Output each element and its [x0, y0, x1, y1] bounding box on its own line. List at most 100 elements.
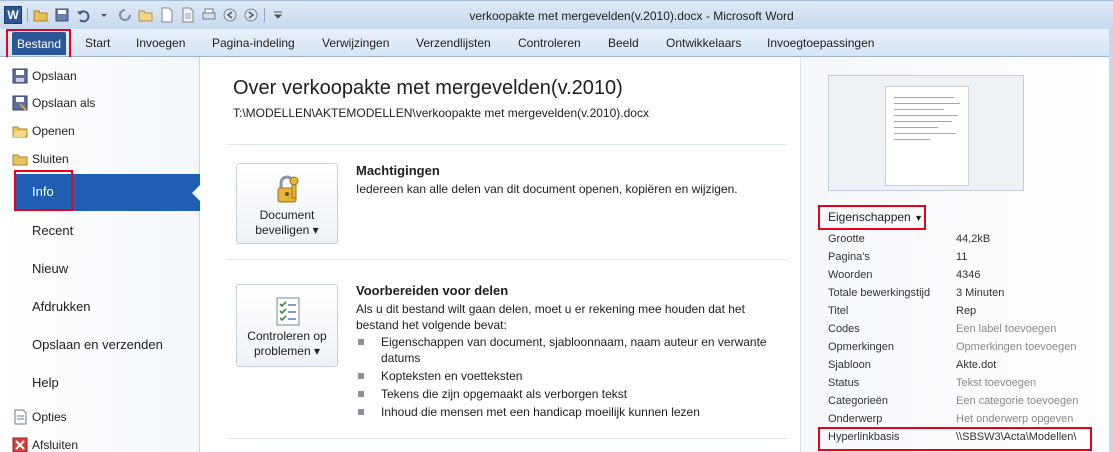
protect-button-line2: beveiligen — [255, 223, 310, 237]
save-icon — [12, 68, 28, 84]
protect-button-line1: Document — [259, 208, 315, 222]
property-key: Status — [828, 377, 860, 389]
nav-save-as[interactable]: Opslaan als — [12, 94, 96, 112]
tab-beeld[interactable]: Beeld — [608, 36, 639, 50]
check-button-line1: Controleren op — [247, 329, 327, 343]
document-thumbnail[interactable] — [828, 75, 1024, 191]
prepare-title: Voorbereiden voor delen — [356, 283, 509, 298]
property-key: Titel — [828, 305, 849, 317]
divider — [227, 144, 787, 145]
property-row: Pagina's 11 — [828, 251, 1108, 269]
property-value-categories[interactable]: Een categorie toevoegen — [956, 395, 1078, 407]
property-key: Onderwerp — [828, 413, 883, 425]
checklist-icon — [276, 297, 300, 326]
property-value: 44,2kB — [956, 233, 991, 245]
prepare-text: Als u dit bestand wilt gaan delen, moet … — [356, 302, 745, 332]
permissions-title: Machtigingen — [356, 163, 440, 178]
ribbon-tab-bar: Bestand Start Invoegen Pagina-indeling V… — [0, 29, 1113, 57]
nav-save-label: Opslaan — [32, 69, 77, 83]
tab-controleren[interactable]: Controleren — [518, 36, 581, 50]
nav-exit[interactable]: Afsluiten — [12, 436, 79, 452]
list-item: Kopteksten en voetteksten — [356, 368, 776, 384]
nav-close-label: Sluiten — [32, 152, 69, 166]
property-key: Opmerkingen — [828, 341, 895, 353]
save-as-icon — [12, 95, 28, 111]
property-key: Sjabloon — [828, 359, 871, 371]
property-row: Woorden 4346 — [828, 269, 1108, 287]
property-value-tags[interactable]: Een label toevoegen — [956, 323, 1056, 335]
property-key: Woorden — [828, 269, 873, 281]
exit-icon — [12, 437, 28, 452]
property-key: Categorieën — [828, 395, 888, 407]
document-path: T:\MODELLEN\AKTEMODELLEN\verkoopakte met… — [233, 106, 649, 120]
property-row: Codes Een label toevoegen — [828, 323, 1108, 341]
nav-save-send[interactable]: Opslaan en verzenden — [32, 337, 163, 352]
nav-exit-label: Afsluiten — [32, 438, 79, 452]
list-item: Tekens die zijn opgemaakt als verborgen … — [356, 386, 776, 402]
backstage-navigation: Opslaan Opslaan als Openen Sluiten Info … — [0, 57, 200, 452]
property-value: 3 Minuten — [956, 287, 1005, 299]
nav-open[interactable]: Openen — [12, 122, 75, 140]
property-key: Pagina's — [828, 251, 870, 263]
chevron-down-icon: ▾ — [312, 223, 319, 237]
tab-verwijzingen[interactable]: Verwijzingen — [322, 36, 389, 50]
window-title: verkoopakte met mergevelden(v.2010).docx… — [469, 9, 794, 23]
tab-invoegtoepassingen[interactable]: Invoegtoepassingen — [767, 36, 874, 50]
nav-options-label: Opties — [32, 410, 67, 424]
divider — [227, 438, 787, 439]
info-panel: Over verkoopakte met mergevelden(v.2010)… — [201, 57, 799, 452]
close-folder-icon — [12, 154, 28, 166]
property-row: Totale bewerkingstijd 3 Minuten — [828, 287, 1108, 305]
property-key: Grootte — [828, 233, 865, 245]
nav-open-label: Openen — [32, 124, 75, 138]
highlight-box-info — [14, 170, 73, 211]
property-row: Status Tekst toevoegen — [828, 377, 1108, 395]
title-bar: W verkoopakte met mergevelden(v.2010).do… — [0, 0, 1113, 29]
options-icon — [14, 409, 27, 425]
tab-ontwikkelaars[interactable]: Ontwikkelaars — [666, 36, 741, 50]
check-button-line2: problemen — [253, 344, 311, 358]
thumbnail-page — [885, 86, 969, 186]
open-folder-icon — [12, 126, 28, 138]
tab-pagina-indeling[interactable]: Pagina-indeling — [212, 36, 295, 50]
property-value: 4346 — [956, 269, 981, 281]
tab-start[interactable]: Start — [85, 36, 110, 50]
page-title: Over verkoopakte met mergevelden(v.2010) — [233, 77, 623, 99]
prepare-bullet-list: Eigenschappen van document, sjabloonnaam… — [356, 334, 776, 422]
property-row: Categorieën Een categorie toevoegen — [828, 395, 1108, 413]
property-value: Akte.dot — [956, 359, 997, 371]
nav-save[interactable]: Opslaan — [12, 67, 77, 85]
tab-verzendlijsten[interactable]: Verzendlijsten — [416, 36, 491, 50]
nav-close[interactable]: Sluiten — [12, 150, 69, 168]
check-issues-button[interactable]: Controleren op problemen ▾ — [236, 284, 338, 367]
nav-options[interactable]: Opties — [14, 408, 67, 426]
lock-key-icon — [277, 175, 299, 203]
property-value: 11 — [956, 251, 968, 263]
tab-invoegen[interactable]: Invoegen — [136, 36, 185, 50]
divider — [227, 259, 787, 260]
property-key: Totale bewerkingstijd — [828, 287, 931, 299]
property-key: Codes — [828, 323, 860, 335]
property-row: Grootte 44,2kB — [828, 233, 1108, 251]
property-row: Titel Rep — [828, 305, 1108, 323]
property-value-comments[interactable]: Opmerkingen toevoegen — [956, 341, 1076, 353]
nav-help[interactable]: Help — [32, 375, 59, 390]
property-row: Opmerkingen Opmerkingen toevoegen — [828, 341, 1108, 359]
nav-new[interactable]: Nieuw — [32, 261, 68, 276]
properties-pane: Eigenschappen ▼ Grootte 44,2kB Pagina's 11… — [800, 57, 1113, 452]
list-item: Inhoud die mensen met een handicap moeil… — [356, 404, 776, 420]
property-value-title[interactable]: Rep — [956, 305, 976, 317]
chevron-down-icon: ▾ — [314, 344, 321, 358]
property-value-status[interactable]: Tekst toevoegen — [956, 377, 1036, 389]
permissions-text: Iedereen kan alle delen van dit document… — [356, 182, 738, 196]
list-item: Eigenschappen van document, sjabloonnaam… — [356, 334, 776, 366]
property-value-subject[interactable]: Het onderwerp opgeven — [956, 413, 1073, 425]
nav-save-as-label: Opslaan als — [32, 96, 96, 110]
nav-print[interactable]: Afdrukken — [32, 299, 91, 314]
highlight-box-hyperlink — [818, 427, 1092, 451]
protect-document-button[interactable]: Document beveiligen ▾ — [236, 163, 338, 244]
nav-recent[interactable]: Recent — [32, 223, 73, 238]
highlight-box-properties — [818, 205, 926, 230]
property-row: Sjabloon Akte.dot — [828, 359, 1108, 377]
window-border — [1109, 29, 1113, 452]
